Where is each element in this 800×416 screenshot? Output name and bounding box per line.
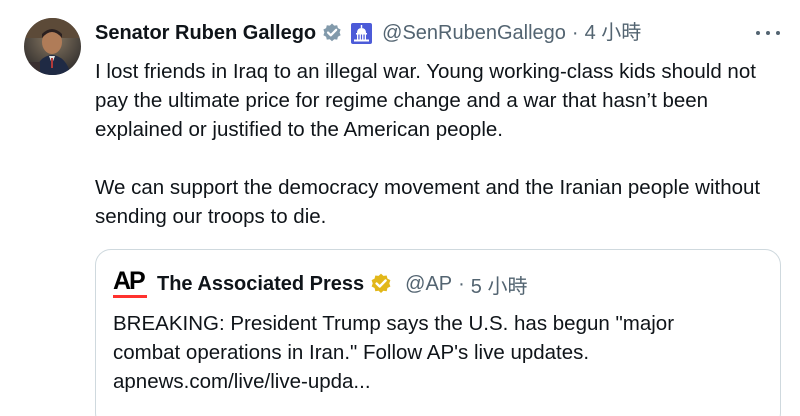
quoted-text-line: BREAKING: President Trump says the U.S. … bbox=[113, 312, 675, 335]
tweet-timestamp[interactable]: 4 小時 bbox=[585, 18, 642, 48]
more-options-icon[interactable] bbox=[756, 24, 780, 42]
avatar-image bbox=[24, 18, 81, 75]
ap-logo-text: AP bbox=[113, 267, 146, 295]
quoted-link[interactable]: apnews.com/live/live-upda... bbox=[113, 367, 773, 396]
separator-dot: · bbox=[571, 22, 579, 44]
author-name[interactable]: Senator Ruben Gallego bbox=[95, 18, 316, 48]
avatar[interactable] bbox=[24, 18, 81, 75]
quoted-tweet-timestamp[interactable]: 5 小時 bbox=[471, 270, 528, 299]
quoted-tweet-text: BREAKING: President Trump says the U.S. … bbox=[113, 309, 773, 396]
tweet-text: I lost friends in Iraq to an illegal war… bbox=[95, 57, 785, 231]
quoted-tweet-header: AP The Associated Press @AP · 5 小時 bbox=[113, 268, 528, 300]
quoted-tweet-card[interactable]: AP The Associated Press @AP · 5 小時 BREAK… bbox=[95, 249, 781, 416]
ap-logo-avatar[interactable]: AP bbox=[113, 268, 149, 300]
quoted-author-name[interactable]: The Associated Press bbox=[157, 273, 364, 296]
quoted-author-handle[interactable]: @AP bbox=[405, 273, 452, 296]
tweet-paragraph: We can support the democracy movement an… bbox=[95, 176, 761, 228]
tweet[interactable]: Senator Ruben Gallego @SenRubenGallego · bbox=[0, 0, 800, 416]
separator-dot: · bbox=[458, 272, 465, 295]
tweet-header: Senator Ruben Gallego @SenRubenGallego · bbox=[95, 18, 641, 48]
author-handle[interactable]: @SenRubenGallego bbox=[382, 18, 566, 48]
gold-verified-check-icon[interactable] bbox=[369, 272, 393, 296]
tweet-paragraph: I lost friends in Iraq to an illegal war… bbox=[95, 60, 756, 141]
ap-logo-underline bbox=[113, 295, 147, 298]
us-capitol-icon[interactable] bbox=[351, 22, 373, 44]
quoted-text-line: combat operations in Iran." Follow AP's … bbox=[113, 341, 590, 364]
gray-verified-check-icon[interactable] bbox=[321, 22, 343, 44]
